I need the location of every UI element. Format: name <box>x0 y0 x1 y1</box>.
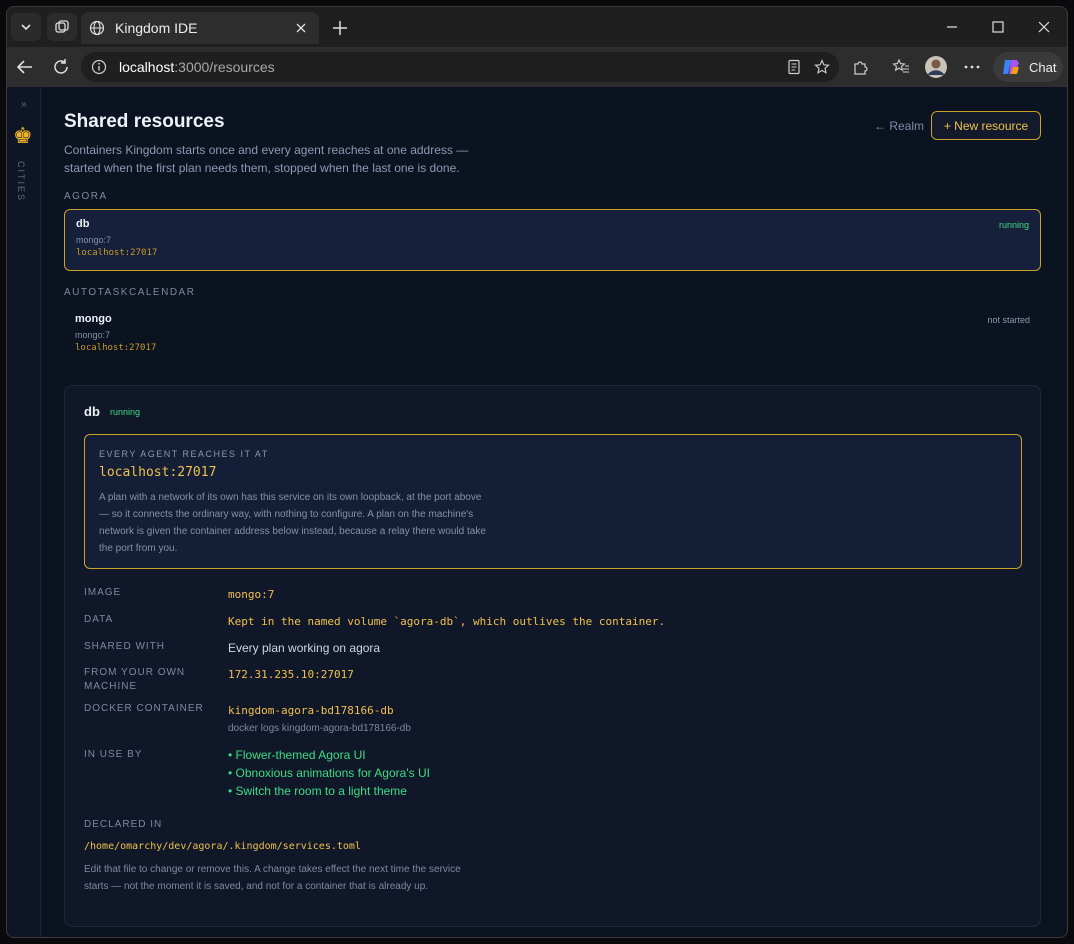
resource-card-db[interactable]: db mongo:7 localhost:27017 running <box>64 209 1041 271</box>
favorites-list-icon <box>892 58 909 73</box>
maximize-button[interactable] <box>975 7 1021 47</box>
shared-with-label: SHARED WITH <box>84 641 165 652</box>
back-button[interactable] <box>11 53 39 81</box>
copilot-chat-button[interactable]: Chat <box>993 52 1063 82</box>
in-use-item[interactable]: • Flower-themed Agora UI <box>228 746 430 764</box>
page-content: » ♚ CITIES Shared resources Containers K… <box>7 87 1067 937</box>
browser-window: Kingdom IDE localhost:3000/resources Cha… <box>6 6 1068 938</box>
image-label: IMAGE <box>84 587 122 598</box>
tab-kingdom-ide[interactable]: Kingdom IDE <box>81 12 319 44</box>
minimize-button[interactable] <box>929 7 975 47</box>
favorites-button[interactable] <box>889 55 913 79</box>
data-label: DATA <box>84 614 114 625</box>
status-badge: not started <box>987 315 1030 325</box>
page-subtitle: Containers Kingdom starts once and every… <box>64 143 469 175</box>
resource-image: mongo:7 <box>75 330 111 340</box>
chat-label: Chat <box>1029 59 1057 75</box>
puzzle-icon <box>854 61 868 75</box>
reach-label: EVERY AGENT REACHES IT AT <box>99 449 269 459</box>
tab-strip: Kingdom IDE <box>7 7 1067 47</box>
from-machine-value[interactable]: 172.31.235.10:27017 <box>228 668 354 681</box>
group-label: AUTOTASKCALENDAR <box>64 287 196 298</box>
reach-address-box: EVERY AGENT REACHES IT AT localhost:2701… <box>84 434 1022 569</box>
avatar <box>925 56 947 78</box>
in-use-list: • Flower-themed Agora UI • Obnoxious ani… <box>228 746 430 800</box>
reader-view-button[interactable] <box>783 56 805 78</box>
data-value: Kept in the named volume `agora-db`, whi… <box>228 615 666 628</box>
close-icon <box>1038 21 1050 33</box>
resource-address: localhost:27017 <box>76 248 158 258</box>
address-bar-actions <box>783 56 833 78</box>
workspaces-icon <box>55 20 69 33</box>
globe-icon <box>89 20 105 36</box>
container-label: DOCKER CONTAINER <box>84 703 204 714</box>
reader-icon <box>788 59 800 75</box>
reach-explanation: A plan with a network of its own has thi… <box>99 492 486 554</box>
profile-button[interactable] <box>924 55 948 79</box>
declared-note: Edit that file to change or remove this.… <box>84 864 461 892</box>
resource-image: mongo:7 <box>76 235 112 245</box>
resource-address: localhost:27017 <box>75 343 157 353</box>
crown-icon[interactable]: ♚ <box>13 123 33 149</box>
url-host: localhost <box>119 59 175 75</box>
resource-name: mongo <box>75 313 112 325</box>
favorite-button[interactable] <box>811 56 833 78</box>
in-use-item[interactable]: • Obnoxious animations for Agora's UI <box>228 764 430 782</box>
container-name[interactable]: kingdom-agora-bd178166-db <box>228 704 394 717</box>
browser-toolbar: localhost:3000/resources Chat <box>7 47 1067 87</box>
resource-detail-panel: db running EVERY AGENT REACHES IT AT loc… <box>64 385 1041 927</box>
tab-title: Kingdom IDE <box>115 20 198 36</box>
extensions-button[interactable] <box>849 55 873 79</box>
reach-address[interactable]: localhost:27017 <box>99 465 1007 480</box>
resource-name: db <box>76 218 90 230</box>
status-badge: running <box>110 407 141 417</box>
chevron-down-icon <box>21 24 31 31</box>
minimize-icon <box>947 26 957 28</box>
more-menu-button[interactable] <box>960 55 984 79</box>
image-value: mongo:7 <box>228 588 275 601</box>
in-use-item-label: Switch the room to a light theme <box>235 784 407 798</box>
plus-icon <box>333 21 347 35</box>
address-bar[interactable]: localhost:3000/resources <box>81 52 839 82</box>
declared-path[interactable]: /home/omarchy/dev/agora/.kingdom/service… <box>84 841 361 852</box>
in-use-item-label: Obnoxious animations for Agora's UI <box>235 766 430 780</box>
from-machine-label: FROM YOUR OWN MACHINE <box>84 667 186 692</box>
shared-with-value: Every plan working on agora <box>228 641 381 655</box>
tab-list-button[interactable] <box>11 13 41 41</box>
star-icon <box>814 59 830 74</box>
page-title: Shared resources <box>64 111 225 132</box>
container-logs-command[interactable]: docker logs kingdom-agora-bd178166-db <box>228 723 411 734</box>
detail-name: db <box>84 404 100 419</box>
back-to-realm-link[interactable]: ← Realm <box>874 119 924 133</box>
reload-button[interactable] <box>47 53 75 81</box>
in-use-label: IN USE BY <box>84 749 143 760</box>
arrow-left-icon <box>16 60 32 74</box>
cities-rail: » ♚ CITIES <box>7 87 41 937</box>
declared-in-label: DECLARED IN <box>84 819 163 830</box>
new-tab-button[interactable] <box>327 15 353 41</box>
expand-rail-button[interactable]: » <box>21 99 27 110</box>
maximize-icon <box>992 21 1004 33</box>
url-path: :3000/resources <box>174 59 275 75</box>
group-label: AGORA <box>64 191 108 202</box>
rail-label: CITIES <box>16 161 26 203</box>
info-icon[interactable] <box>91 59 107 75</box>
in-use-item-label: Flower-themed Agora UI <box>235 748 366 762</box>
workspaces-button[interactable] <box>47 13 77 41</box>
reload-icon <box>54 59 68 74</box>
window-close-button[interactable] <box>1021 7 1067 47</box>
close-icon <box>296 23 306 33</box>
url-text: localhost:3000/resources <box>119 59 275 75</box>
in-use-item[interactable]: • Switch the room to a light theme <box>228 782 430 800</box>
status-badge: running <box>998 220 1029 230</box>
more-horizontal-icon <box>964 65 980 69</box>
tab-close-button[interactable] <box>291 18 311 38</box>
new-resource-button[interactable]: + New resource <box>931 111 1041 140</box>
copilot-icon <box>1003 60 1019 74</box>
resource-card-mongo[interactable]: mongo mongo:7 localhost:27017 not starte… <box>64 305 1041 367</box>
